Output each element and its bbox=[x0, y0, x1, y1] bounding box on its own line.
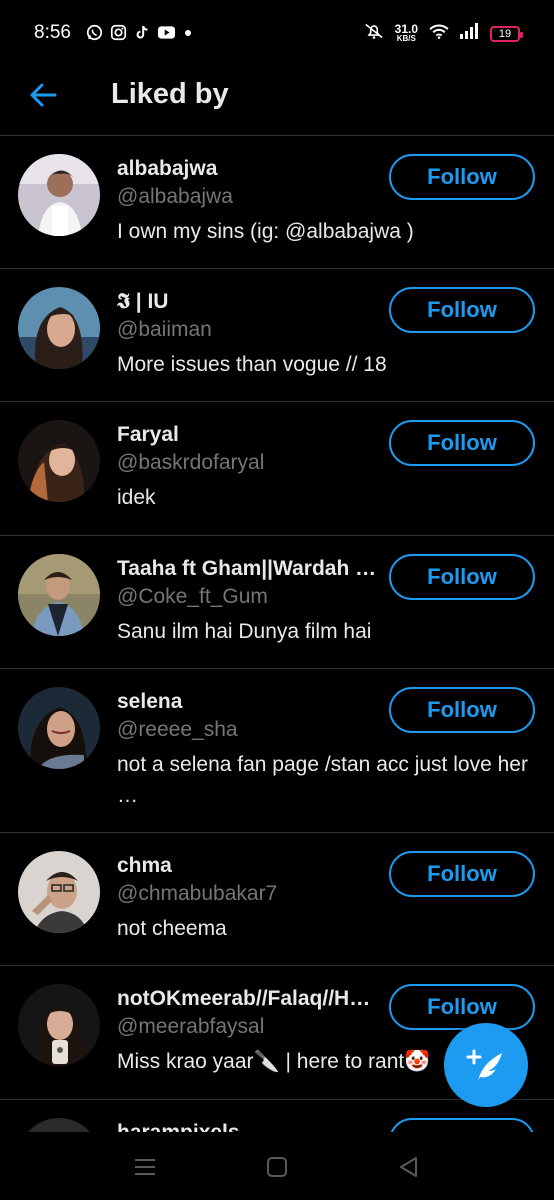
user-handle: @Coke_ft_Gum bbox=[117, 585, 268, 608]
follow-button[interactable]: Follow bbox=[389, 420, 535, 466]
user-display-name: 𝕴 | IU bbox=[117, 290, 169, 313]
back-button[interactable] bbox=[28, 80, 58, 110]
avatar[interactable] bbox=[18, 851, 100, 933]
compose-tweet-button[interactable] bbox=[444, 1023, 528, 1107]
home-button[interactable] bbox=[264, 1154, 290, 1180]
arrow-left-icon bbox=[30, 83, 57, 107]
signal-icon bbox=[460, 23, 480, 44]
follow-button[interactable]: Follow bbox=[389, 154, 535, 200]
avatar[interactable] bbox=[18, 554, 100, 636]
user-handle: @albabajwa bbox=[117, 185, 233, 208]
network-speed-value: 31.0 bbox=[394, 21, 418, 36]
battery-indicator: 19 bbox=[490, 25, 523, 42]
network-speed: 31.0 KB/S bbox=[394, 21, 418, 44]
network-speed-unit: KB/S bbox=[396, 33, 416, 43]
battery-level: 19 bbox=[498, 27, 512, 40]
user-row[interactable]: albabajwa @albabajwa I own my sins (ig: … bbox=[0, 136, 554, 269]
compose-tweet-icon bbox=[466, 1049, 502, 1081]
follow-button[interactable]: Follow bbox=[389, 554, 535, 600]
user-bio: not cheema bbox=[117, 917, 227, 940]
avatar[interactable] bbox=[18, 154, 100, 236]
system-back-button[interactable] bbox=[396, 1154, 422, 1180]
more-notifications-dot bbox=[185, 29, 191, 36]
youtube-icon bbox=[158, 24, 175, 41]
wifi-icon bbox=[428, 23, 450, 44]
user-display-name: Taaha ft Gham||Wardah ⁷… bbox=[117, 557, 382, 580]
user-bio: More issues than vogue // 18 bbox=[117, 353, 387, 376]
user-bio: idek bbox=[117, 486, 156, 509]
user-display-name: chma bbox=[117, 854, 172, 877]
avatar[interactable] bbox=[18, 420, 100, 502]
tiktok-icon bbox=[134, 24, 151, 41]
user-row[interactable]: Taaha ft Gham||Wardah ⁷… @Coke_ft_Gum Sa… bbox=[0, 536, 554, 669]
follow-button[interactable]: Follow bbox=[389, 687, 535, 733]
user-display-name: notOKmeerab//Falaq//H… bbox=[117, 987, 371, 1010]
user-handle: @chmabubakar7 bbox=[117, 882, 278, 905]
system-icons: 31.0 KB/S 19 bbox=[363, 21, 523, 45]
user-row[interactable]: harampixels Follow bbox=[0, 1100, 554, 1132]
recents-menu-icon bbox=[135, 1159, 155, 1175]
user-display-name: harampixels bbox=[117, 1120, 382, 1132]
user-row[interactable]: chma @chmabubakar7 not cheema Follow bbox=[0, 833, 554, 966]
top-app-bar: Liked by bbox=[0, 66, 554, 136]
follow-button[interactable]: Follow bbox=[389, 851, 535, 897]
status-bar: 8:56 31.0 KB/S 19 bbox=[0, 0, 554, 66]
mute-bell-icon bbox=[363, 22, 385, 45]
user-handle: @baskrdofaryal bbox=[117, 451, 265, 474]
user-display-name: albabajwa bbox=[117, 157, 218, 180]
avatar[interactable] bbox=[18, 1118, 100, 1132]
instagram-icon bbox=[110, 24, 127, 41]
user-handle: @meerabfaysal bbox=[117, 1015, 265, 1038]
user-bio: Sanu ilm hai Dunya film hai bbox=[117, 620, 372, 643]
page-title: Liked by bbox=[111, 78, 229, 110]
liked-by-list: albabajwa @albabajwa I own my sins (ig: … bbox=[0, 136, 554, 1132]
avatar[interactable] bbox=[18, 687, 100, 769]
notification-icons bbox=[86, 24, 191, 41]
status-time: 8:56 bbox=[34, 22, 71, 43]
user-row[interactable]: Faryal @baskrdofaryal idek Follow bbox=[0, 402, 554, 536]
home-square-icon bbox=[267, 1157, 287, 1177]
system-navigation-bar bbox=[0, 1132, 554, 1200]
avatar[interactable] bbox=[18, 287, 100, 369]
follow-button[interactable]: Follow bbox=[389, 1118, 535, 1132]
avatar[interactable] bbox=[18, 984, 100, 1066]
user-bio: I own my sins (ig: @albabajwa ) bbox=[117, 220, 414, 243]
user-bio: not a selena fan page /stan acc just lov… bbox=[117, 753, 528, 807]
user-display-name: Faryal bbox=[117, 423, 179, 446]
back-triangle-icon bbox=[400, 1157, 417, 1177]
follow-button[interactable]: Follow bbox=[389, 287, 535, 333]
whatsapp-icon bbox=[86, 24, 103, 41]
user-row[interactable]: 𝕴 | IU @baiiman More issues than vogue /… bbox=[0, 269, 554, 402]
follow-button[interactable]: Follow bbox=[389, 984, 535, 1030]
user-row[interactable]: selena @reeee_sha not a selena fan page … bbox=[0, 669, 554, 833]
recents-button[interactable] bbox=[132, 1154, 158, 1180]
user-handle: @baiiman bbox=[117, 318, 212, 341]
